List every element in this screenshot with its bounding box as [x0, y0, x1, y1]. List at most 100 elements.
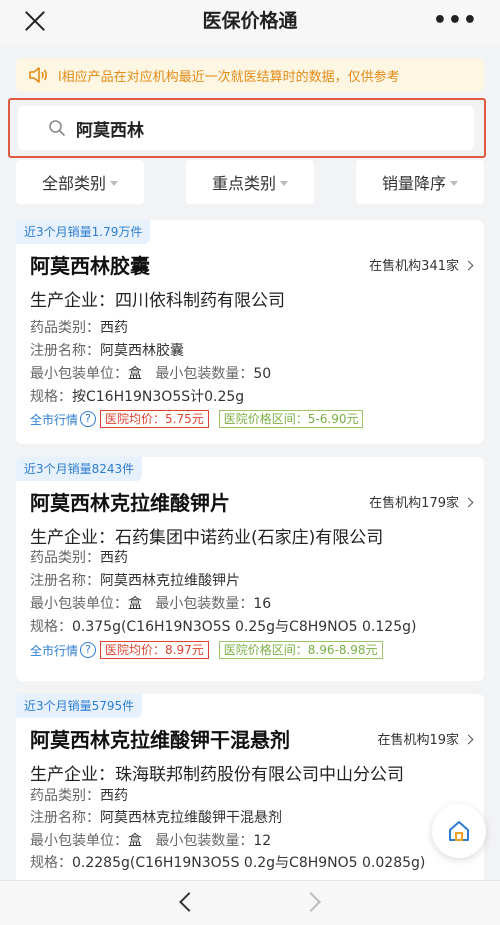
min-qty-label: 最小包装数量： — [155, 833, 254, 849]
manufacturer-label: 生产企业： — [30, 528, 115, 548]
institutions-count: 在售机构341家 — [369, 259, 459, 274]
min-unit-label: 最小包装单位： — [30, 833, 128, 849]
sales-badge: 近3个月销量5795件 — [16, 694, 143, 718]
product-card[interactable]: 近3个月销量1.79万件 阿莫西林胶囊 在售机构341家 生产企业：四川依科制药… — [16, 220, 484, 444]
notice-text: l相应产品在对应机构最近一次就医结算时的数据，仅供参考 — [58, 69, 400, 85]
search-input[interactable]: 阿莫西林 — [18, 106, 474, 150]
reg-name-value: 阿莫西林克拉维酸钾干混悬剂 — [100, 810, 282, 826]
min-qty-value: 12 — [253, 833, 272, 849]
spec-label: 规格： — [30, 389, 72, 405]
category-value: 西药 — [100, 550, 128, 566]
avg-value: 8.97元 — [165, 643, 204, 657]
institutions-link[interactable]: 在售机构19家 — [377, 729, 474, 748]
registered-name: 注册名称：阿莫西林胶囊 — [30, 340, 184, 360]
specification: 规格：按C16H19N3O5S计0.25g — [30, 386, 244, 406]
reg-name-label: 注册名称： — [30, 810, 100, 826]
speaker-icon — [29, 67, 48, 83]
min-qty-value: 16 — [253, 596, 272, 612]
manufacturer: 生产企业：石药集团中诺药业(石家庄)有限公司 — [30, 523, 383, 548]
min-qty-value: 50 — [253, 366, 272, 382]
chevron-right-icon — [463, 497, 474, 508]
top-bar: 医保价格通 ••• — [0, 0, 500, 44]
spec-value: 按C16H19N3O5S计0.25g — [72, 389, 245, 405]
product-card[interactable]: 近3个月销量8243件 阿莫西林克拉维酸钾片 在售机构179家 生产企业：石药集… — [16, 457, 484, 681]
more-options-icon[interactable]: ••• — [433, 8, 478, 33]
avg-value: 5.75元 — [165, 412, 204, 426]
institutions-link[interactable]: 在售机构179家 — [369, 492, 474, 511]
notice-banner: l相应产品在对应机构最近一次就医结算时的数据，仅供参考 — [16, 58, 484, 92]
reg-name-label: 注册名称： — [30, 343, 100, 359]
avg-label: 医院均价： — [105, 412, 166, 426]
drug-category: 药品类别：西药 — [30, 547, 128, 567]
manufacturer: 生产企业：四川依科制药有限公司 — [30, 286, 285, 311]
price-range-tag: 医院价格区间：5-6.90元 — [218, 410, 364, 428]
avg-price-tag: 医院均价：8.97元 — [100, 641, 209, 659]
help-icon[interactable]: ? — [80, 642, 97, 658]
min-unit-value: 盒 — [128, 596, 142, 612]
min-qty-label: 最小包装数量： — [155, 366, 254, 382]
spec-label: 规格： — [30, 855, 72, 871]
drug-category: 药品类别：西药 — [30, 785, 128, 805]
specification: 规格：0.2285g(C16H19N3O5S 0.2g与C8H9NO5 0.02… — [30, 852, 425, 872]
reg-name-value: 阿莫西林克拉维酸钾片 — [100, 573, 240, 589]
filter-sort-sales[interactable]: 销量降序 — [356, 160, 484, 204]
range-label: 医院价格区间： — [223, 412, 308, 426]
min-unit-label: 最小包装单位： — [30, 596, 128, 612]
category-value: 西药 — [100, 320, 128, 336]
manufacturer-label: 生产企业： — [30, 765, 115, 785]
manufacturer-label: 生产企业： — [30, 291, 115, 311]
dropdown-icon — [280, 181, 288, 186]
market-label: 全市行情 — [30, 412, 79, 427]
search-value: 阿莫西林 — [76, 120, 144, 141]
spec-value: 0.375g(C16H19N3O5S 0.25g与C8H9NO5 0.125g) — [72, 619, 417, 635]
market-prices: 全市行情 ? 医院均价：5.75元 医院价格区间：5-6.90元 — [30, 410, 364, 428]
filter-all-categories[interactable]: 全部类别 — [16, 160, 144, 204]
filter-label: 全部类别 — [41, 174, 106, 193]
search-icon — [49, 120, 65, 136]
dropdown-icon — [450, 181, 458, 186]
product-name: 阿莫西林胶囊 — [30, 254, 150, 278]
registered-name: 注册名称：阿莫西林克拉维酸钾干混悬剂 — [30, 807, 282, 827]
category-value: 西药 — [100, 788, 128, 804]
filter-key-categories[interactable]: 重点类别 — [186, 160, 314, 204]
bottom-nav — [0, 880, 500, 925]
packaging: 最小包装单位：盒 最小包装数量：50 — [30, 363, 271, 383]
chevron-right-icon — [463, 260, 474, 271]
category-label: 药品类别： — [30, 788, 100, 804]
manufacturer-value: 石药集团中诺药业(石家庄)有限公司 — [115, 528, 384, 548]
avg-label: 医院均价： — [105, 643, 166, 657]
min-unit-value: 盒 — [128, 366, 142, 382]
home-icon — [449, 821, 469, 841]
range-label: 医院价格区间： — [223, 643, 308, 657]
product-name: 阿莫西林克拉维酸钾片 — [30, 491, 230, 515]
reg-name-value: 阿莫西林胶囊 — [100, 343, 184, 359]
sales-badge: 近3个月销量1.79万件 — [16, 220, 151, 244]
registered-name: 注册名称：阿莫西林克拉维酸钾片 — [30, 570, 240, 590]
category-label: 药品类别： — [30, 550, 100, 566]
home-button[interactable] — [432, 804, 486, 858]
market-label: 全市行情 — [30, 643, 79, 658]
packaging: 最小包装单位：盒 最小包装数量：12 — [30, 830, 271, 850]
forward-icon[interactable] — [301, 892, 321, 912]
reg-name-label: 注册名称： — [30, 573, 100, 589]
manufacturer-value: 四川依科制药有限公司 — [115, 291, 285, 311]
back-icon[interactable] — [179, 892, 199, 912]
category-label: 药品类别： — [30, 320, 100, 336]
spec-value: 0.2285g(C16H19N3O5S 0.2g与C8H9NO5 0.0285g… — [72, 855, 426, 871]
product-name: 阿莫西林克拉维酸钾干混悬剂 — [30, 728, 290, 752]
institutions-link[interactable]: 在售机构341家 — [369, 255, 474, 274]
min-unit-label: 最小包装单位： — [30, 366, 128, 382]
product-card[interactable]: 近3个月销量5795件 阿莫西林克拉维酸钾干混悬剂 在售机构19家 生产企业：珠… — [16, 694, 484, 884]
price-range-tag: 医院价格区间：8.96-8.98元 — [218, 641, 383, 659]
manufacturer: 生产企业：珠海联邦制药股份有限公司中山分公司 — [30, 760, 404, 785]
filter-label: 重点类别 — [211, 174, 276, 193]
dropdown-icon — [110, 181, 118, 186]
search-highlight: 阿莫西林 — [8, 98, 486, 158]
avg-price-tag: 医院均价：5.75元 — [100, 410, 209, 428]
drug-category: 药品类别：西药 — [30, 317, 128, 337]
range-value: 8.96-8.98元 — [307, 643, 378, 657]
range-value: 5-6.90元 — [307, 412, 359, 426]
help-icon[interactable]: ? — [80, 411, 97, 427]
packaging: 最小包装单位：盒 最小包装数量：16 — [30, 593, 271, 613]
institutions-count: 在售机构19家 — [377, 733, 459, 748]
